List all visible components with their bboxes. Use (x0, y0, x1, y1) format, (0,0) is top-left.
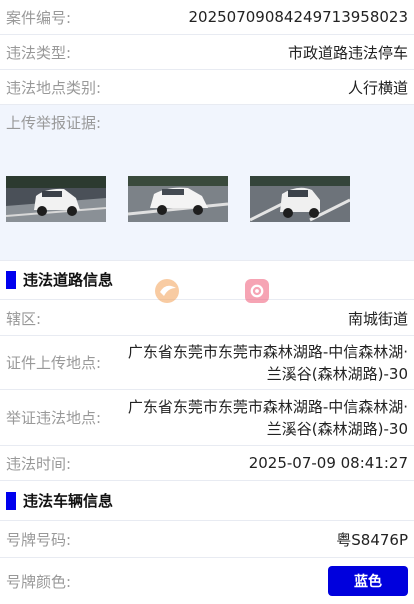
vehicle-info-title: 违法车辆信息 (23, 492, 114, 510)
plate-number-row: 号牌号码: 粤S8476P (0, 521, 414, 558)
evidence-photo-2[interactable] (128, 176, 228, 222)
plate-number-label: 号牌号码: (6, 530, 72, 549)
section-marker (6, 491, 16, 510)
violation-place-row: 举证违法地点: 广东省东莞市东莞市森林湖路-中信森林湖·兰溪谷(森林湖路)-30 (0, 390, 414, 446)
violation-place-value: 广东省东莞市东莞市森林湖路-中信森林湖·兰溪谷(森林湖路)-30 (127, 397, 408, 438)
location-type-value: 人行横道 (347, 78, 408, 97)
plate-color-label: 号牌颜色: (6, 572, 72, 591)
evidence-photo-1[interactable] (6, 176, 106, 222)
upload-place-label: 证件上传地点: (6, 354, 102, 372)
violation-time-row: 违法时间: 2025-07-09 08:41:27 (0, 446, 414, 481)
violation-type-row: 违法类型: 市政道路违法停车 (0, 35, 414, 70)
violation-type-value: 市政道路违法停车 (287, 43, 408, 62)
case-number-value: 20250709084249713958023 (188, 8, 409, 26)
district-row: 辖区: 南城街道 (0, 301, 414, 336)
plate-number-value: 粤S8476P (336, 530, 408, 549)
road-info-title: 违法道路信息 (23, 271, 114, 289)
location-type-label: 违法地点类别: (6, 78, 102, 97)
evidence-photo-3[interactable] (250, 176, 350, 222)
location-type-row: 违法地点类别: 人行横道 (0, 70, 414, 105)
case-number-row: 案件编号: 20250709084249713958023 (0, 0, 414, 35)
watermark-text-1 (182, 282, 239, 300)
violation-time-label: 违法时间: (6, 454, 72, 473)
evidence-label-row: 上传举报证据: (0, 105, 414, 140)
app-logo-2-icon (245, 279, 270, 303)
upload-place-row: 证件上传地点: 广东省东莞市东莞市森林湖路-中信森林湖·兰溪谷(森林湖路)-30 (0, 336, 414, 390)
evidence-label: 上传举报证据: (6, 114, 102, 132)
section-marker (6, 270, 16, 289)
violation-type-label: 违法类型: (6, 43, 72, 62)
plate-color-badge: 蓝色 (328, 566, 408, 596)
plate-color-row: 号牌颜色: 蓝色 (0, 558, 414, 604)
district-label: 辖区: (6, 309, 42, 328)
violation-time-value: 2025-07-09 08:41:27 (248, 454, 408, 472)
upload-place-value: 广东省东莞市东莞市森林湖路-中信森林湖·兰溪谷(森林湖路)-30 (127, 342, 408, 383)
vehicle-info-section-header: 违法车辆信息 (0, 481, 414, 521)
district-value: 南城街道 (347, 309, 408, 328)
violation-place-label: 举证违法地点: (6, 409, 102, 427)
case-number-label: 案件编号: (6, 8, 72, 27)
evidence-gallery (0, 140, 414, 261)
